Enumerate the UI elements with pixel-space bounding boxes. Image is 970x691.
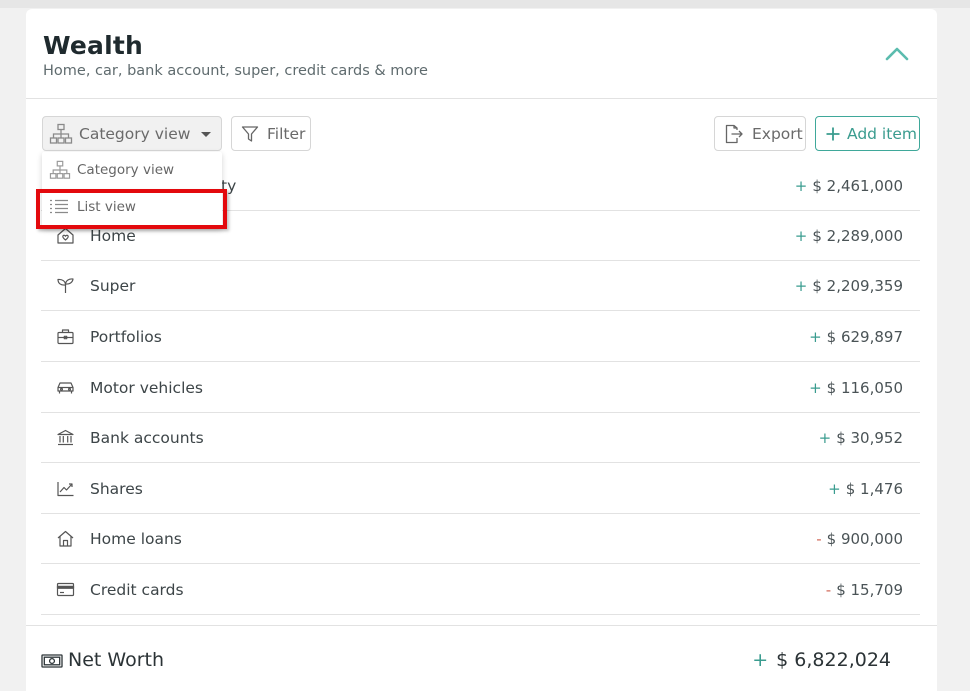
filter-icon: [241, 125, 259, 143]
row-value: + $ 629,897: [809, 327, 903, 346]
view-select[interactable]: Category view: [42, 116, 222, 151]
menu-item-label: List view: [77, 199, 136, 215]
row-value: + $ 2,289,000: [794, 226, 903, 245]
row-label: Bank accounts: [90, 428, 204, 447]
net-worth-label: Net Worth: [68, 649, 164, 671]
row-value: + $ 116,050: [809, 378, 903, 397]
sprout-icon: [56, 276, 75, 295]
credit-card-icon: [56, 580, 75, 599]
export-button[interactable]: Export: [714, 116, 806, 151]
row-label: Home: [90, 226, 136, 245]
list-item[interactable]: Portfolios + $ 629,897: [41, 312, 920, 362]
row-label: Home loans: [90, 529, 182, 548]
row-value: - $ 900,000: [816, 529, 903, 548]
row-label: Credit cards: [90, 580, 184, 599]
list-item[interactable]: Credit cards - $ 15,709: [41, 565, 920, 615]
list-item[interactable]: Bank accounts + $ 30,952: [41, 413, 920, 463]
menu-item-list-view[interactable]: List view: [42, 189, 222, 225]
view-dropdown-menu: Category view List view: [42, 152, 222, 228]
top-bar: [0, 0, 970, 8]
export-label: Export: [752, 124, 803, 143]
list-icon: [50, 199, 68, 214]
house-icon: [56, 529, 75, 548]
bank-icon: [56, 428, 75, 447]
hierarchy-icon: [49, 123, 73, 145]
row-label: Portfolios: [90, 327, 162, 346]
row-value: + $ 30,952: [818, 428, 903, 447]
net-worth-row: Net Worth + $ 6,822,024: [26, 626, 937, 691]
row-value: + $ 1,476: [828, 479, 903, 498]
add-item-label: Add item: [847, 124, 917, 143]
row-label: ty: [221, 176, 237, 195]
list-item[interactable]: Super + $ 2,209,359: [41, 261, 920, 311]
page-title: Wealth: [43, 31, 144, 60]
menu-item-category-view[interactable]: Category view: [42, 152, 222, 188]
list-item[interactable]: Motor vehicles + $ 116,050: [41, 363, 920, 413]
hierarchy-icon: [49, 160, 71, 179]
home-heart-icon: [56, 226, 75, 245]
add-item-button[interactable]: Add item: [815, 116, 920, 151]
net-worth-value: + $ 6,822,024: [752, 649, 891, 671]
row-label: Super: [90, 276, 136, 295]
wealth-card: Wealth Home, car, bank account, super, c…: [26, 9, 937, 691]
caret-down-icon: [201, 132, 211, 137]
menu-item-label: Category view: [77, 162, 175, 178]
row-label: Motor vehicles: [90, 378, 203, 397]
car-icon: [56, 378, 75, 397]
filter-label: Filter: [267, 124, 306, 143]
page-subtitle: Home, car, bank account, super, credit c…: [43, 63, 428, 79]
list-item[interactable]: Home loans - $ 900,000: [41, 514, 920, 564]
plus-icon: [825, 126, 841, 142]
list-item[interactable]: Shares + $ 1,476: [41, 464, 920, 514]
filter-button[interactable]: Filter: [231, 116, 311, 151]
row-value: - $ 15,709: [825, 580, 903, 599]
chart-icon: [56, 479, 75, 498]
row-label: Shares: [90, 479, 143, 498]
view-select-label: Category view: [79, 124, 191, 143]
export-icon: [724, 124, 744, 144]
header-divider: [26, 98, 937, 99]
chevron-up-icon[interactable]: [884, 43, 910, 65]
briefcase-icon: [56, 327, 75, 346]
row-value: + $ 2,209,359: [794, 276, 903, 295]
row-value: + $ 2,461,000: [794, 176, 903, 195]
cash-icon: [41, 653, 63, 672]
